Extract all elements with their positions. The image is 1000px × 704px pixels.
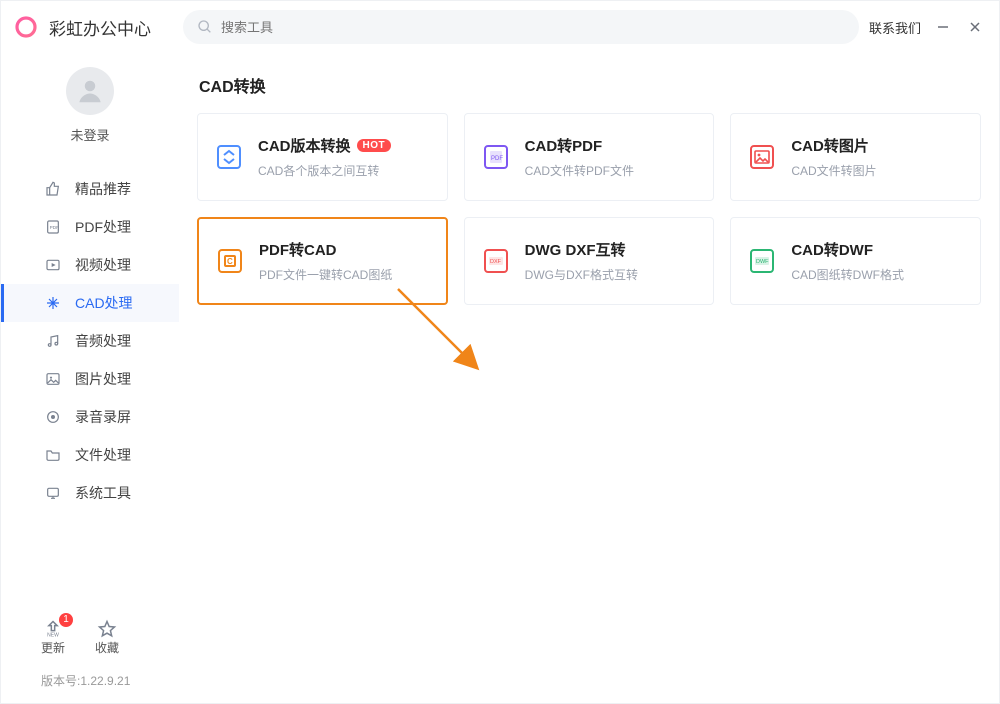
svg-text:DXF: DXF — [490, 259, 502, 265]
card-subtitle: CAD各个版本之间互转 — [258, 162, 391, 179]
card-title: CAD版本转换 — [258, 135, 351, 156]
section-title: CAD转换 — [199, 73, 981, 97]
sidebar-item-label: 视频处理 — [75, 255, 131, 275]
cad-icon — [45, 295, 61, 311]
system-icon — [45, 485, 61, 501]
search-input[interactable] — [221, 20, 845, 35]
sidebar-item-label: 录音录屏 — [75, 407, 131, 427]
card-title: DWG DXF互转 — [525, 239, 626, 260]
sidebar-item-label: 文件处理 — [75, 445, 131, 465]
svg-text:C: C — [227, 257, 233, 266]
sidebar-item-featured[interactable]: 精品推荐 — [1, 170, 179, 208]
avatar-icon — [75, 76, 105, 106]
card-title: PDF转CAD — [259, 239, 337, 260]
card-cad-to-dwf[interactable]: DWF CAD转DWF CAD图纸转DWF格式 — [730, 217, 981, 305]
cad-to-dwf-icon: DWF — [747, 246, 777, 276]
record-icon — [45, 409, 61, 425]
contact-us-link[interactable]: 联系我们 — [869, 18, 921, 37]
sidebar-item-label: 精品推荐 — [75, 179, 131, 199]
card-cad-to-pdf[interactable]: PDF CAD转PDF CAD文件转PDF文件 — [464, 113, 715, 201]
profile-block[interactable]: 未登录 — [1, 53, 179, 166]
favorite-label: 收藏 — [95, 639, 119, 656]
cad-to-image-icon — [747, 142, 777, 172]
thumb-up-icon — [45, 181, 61, 197]
image-icon — [45, 371, 61, 387]
card-subtitle: DWG与DXF格式互转 — [525, 266, 638, 283]
search-box[interactable] — [183, 10, 859, 44]
card-title: CAD转图片 — [791, 135, 869, 156]
hot-badge: HOT — [357, 139, 392, 152]
minimize-button[interactable] — [933, 17, 953, 37]
svg-text:PDF: PDF — [491, 156, 503, 162]
update-badge: 1 — [59, 613, 73, 627]
main-content: CAD转换 CAD版本转换 HOT CAD各个版本之间互转 PDF — [179, 53, 999, 703]
sidebar-item-system[interactable]: 系统工具 — [1, 474, 179, 512]
card-subtitle: PDF文件一键转CAD图纸 — [259, 266, 392, 283]
pdf-to-cad-icon: C — [215, 246, 245, 276]
titlebar: 彩虹办公中心 联系我们 — [1, 1, 999, 53]
dwg-dxf-icon: DXF — [481, 246, 511, 276]
sidebar-item-label: 音频处理 — [75, 331, 131, 351]
login-state: 未登录 — [70, 125, 109, 144]
sidebar-item-pdf[interactable]: PDF PDF处理 — [1, 208, 179, 246]
card-grid: CAD版本转换 HOT CAD各个版本之间互转 PDF CAD转PDF CAD文… — [197, 113, 981, 305]
nav: 精品推荐 PDF PDF处理 视频处理 CAD处理 音频处理 图片处理 — [1, 170, 179, 512]
audio-icon — [45, 333, 61, 349]
folder-icon — [45, 447, 61, 463]
card-title: CAD转PDF — [525, 135, 603, 156]
svg-text:NEW: NEW — [47, 633, 59, 639]
close-button[interactable] — [965, 17, 985, 37]
svg-text:PDF: PDF — [50, 225, 59, 230]
sidebar-item-file[interactable]: 文件处理 — [1, 436, 179, 474]
star-icon — [97, 619, 117, 639]
sidebar: 未登录 精品推荐 PDF PDF处理 视频处理 CAD处理 音频处理 — [1, 53, 179, 703]
cad-to-pdf-icon: PDF — [481, 142, 511, 172]
sidebar-item-record[interactable]: 录音录屏 — [1, 398, 179, 436]
card-dwg-dxf[interactable]: DXF DWG DXF互转 DWG与DXF格式互转 — [464, 217, 715, 305]
version-label: 版本号:1.22.9.21 — [1, 672, 179, 689]
card-subtitle: CAD文件转PDF文件 — [525, 162, 634, 179]
svg-text:DWF: DWF — [756, 259, 769, 265]
sidebar-item-label: CAD处理 — [75, 293, 133, 313]
sidebar-item-audio[interactable]: 音频处理 — [1, 322, 179, 360]
update-button[interactable]: 1 NEW 更新 — [41, 619, 65, 656]
app-logo-icon — [15, 16, 37, 38]
card-subtitle: CAD文件转图片 — [791, 162, 876, 179]
card-cad-to-image[interactable]: CAD转图片 CAD文件转图片 — [730, 113, 981, 201]
search-icon — [197, 19, 213, 35]
card-title: CAD转DWF — [791, 239, 873, 260]
avatar — [66, 67, 114, 115]
sidebar-item-image[interactable]: 图片处理 — [1, 360, 179, 398]
card-cad-version-convert[interactable]: CAD版本转换 HOT CAD各个版本之间互转 — [197, 113, 448, 201]
sidebar-item-label: PDF处理 — [75, 217, 131, 237]
sidebar-item-label: 系统工具 — [75, 483, 131, 503]
sidebar-item-cad[interactable]: CAD处理 — [1, 284, 179, 322]
card-pdf-to-cad[interactable]: C PDF转CAD PDF文件一键转CAD图纸 — [197, 217, 448, 305]
pdf-icon: PDF — [45, 219, 61, 235]
app-title: 彩虹办公中心 — [49, 15, 151, 40]
sidebar-item-label: 图片处理 — [75, 369, 131, 389]
favorite-button[interactable]: 收藏 — [95, 619, 119, 656]
card-subtitle: CAD图纸转DWF格式 — [791, 266, 904, 283]
cad-convert-icon — [214, 142, 244, 172]
update-label: 更新 — [41, 639, 65, 656]
video-icon — [45, 257, 61, 273]
sidebar-item-video[interactable]: 视频处理 — [1, 246, 179, 284]
